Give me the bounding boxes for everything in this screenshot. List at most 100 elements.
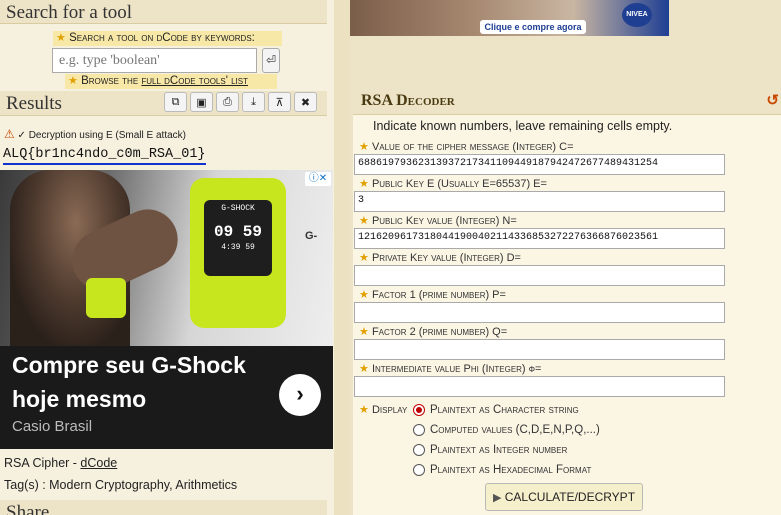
- play-icon: ▶: [492, 492, 502, 504]
- ad-advertiser: Casio Brasil: [12, 418, 93, 435]
- star-icon: ★: [359, 404, 369, 416]
- browse-tools: ★ Browse the full dCode tools' list: [65, 74, 277, 89]
- search-submit-button[interactable]: ⏎: [262, 48, 280, 73]
- decoder-header: RSA Decoder ↺: [353, 89, 781, 115]
- star-icon: ★: [359, 289, 369, 301]
- browse-prefix: Browse the: [81, 75, 142, 87]
- ad-watch-brand: G-SHOCK: [221, 204, 255, 213]
- public-key-e-input[interactable]: 3: [354, 191, 725, 212]
- ad-watch-seconds: 4:39 59: [221, 243, 255, 252]
- option-label: Plaintext as Integer number: [430, 444, 568, 456]
- option-character-string[interactable]: Plaintext as Character string: [413, 402, 579, 418]
- star-icon: ★: [359, 141, 369, 153]
- decoder-title: RSA Decoder: [361, 92, 455, 109]
- pin-icon: ⊼: [275, 96, 284, 109]
- copy-button[interactable]: ⧉: [164, 92, 187, 112]
- rsa-decoder-panel: RSA Decoder ↺ Indicate known numbers, le…: [353, 89, 781, 515]
- save-icon: ▣: [196, 96, 207, 109]
- results-toolbar: ⧉ ▣ ⎙ ⤓ ⊼ ✖: [164, 92, 317, 113]
- radio[interactable]: [413, 464, 425, 476]
- public-key-e-label: ★ Public Key E (Usually E=65537) E=: [359, 177, 547, 190]
- enter-icon: ⏎: [265, 53, 277, 67]
- left-panel: Search for a tool ★ Search a tool on dCo…: [0, 0, 334, 515]
- factor-p-label-text: Factor 1 (prime number) P=: [371, 289, 506, 301]
- share-header: Share: [0, 500, 327, 515]
- factor-q-input[interactable]: [354, 339, 725, 360]
- star-icon: ★: [56, 32, 66, 44]
- result-note: ⚠ ✓ Decryption using E (Small E attack): [0, 124, 327, 144]
- public-key-n-label: ★ Public Key value (Integer) N=: [359, 214, 517, 227]
- close-button[interactable]: ✖: [294, 92, 317, 112]
- radio[interactable]: [413, 424, 425, 436]
- star-icon: ★: [68, 75, 78, 87]
- radio[interactable]: [413, 444, 425, 456]
- search-title: Search for a tool: [6, 2, 133, 23]
- banner-logo: NIVEA: [622, 3, 652, 27]
- banner-ad[interactable]: Clique e compre agora NIVEA: [350, 0, 669, 36]
- keywords-label: ★ Search a tool on dCode by keywords:: [53, 31, 282, 46]
- pin-button[interactable]: ⊼: [268, 92, 291, 112]
- column-divider: [334, 0, 350, 515]
- calculate-decrypt-button[interactable]: ▶ CALCULATE/DECRYPT: [485, 483, 643, 511]
- print-button[interactable]: ⎙: [216, 92, 239, 112]
- display-label: ★ Display: [359, 403, 407, 416]
- warning-icon: ⚠: [4, 127, 15, 141]
- close-icon: ✖: [300, 96, 311, 109]
- print-icon: ⎙: [223, 95, 232, 108]
- result-note-text: ✓ Decryption using E (Small E attack): [17, 130, 186, 141]
- ad-watch: G-SHOCK 09 59 4:39 59: [190, 178, 286, 328]
- cipher-value-label: ★ Value of the cipher message (Integer) …: [359, 140, 574, 153]
- display-label-text: Display: [371, 404, 408, 416]
- result-value[interactable]: ALQ{br1nc4ndo_c0m_RSA_01}: [3, 147, 206, 165]
- cipher-value-input[interactable]: 6886197936231393721734110944918794247267…: [354, 154, 725, 175]
- ad-watch-time: 09 59: [213, 223, 262, 241]
- advertisement[interactable]: G-SHOCK 09 59 4:39 59 G- ⓘ✕ Compre seu G…: [0, 170, 333, 449]
- ad-watch-face: G-SHOCK 09 59 4:39 59: [204, 200, 272, 276]
- search-input[interactable]: [52, 48, 257, 73]
- calculate-label: CALCULATE/DECRYPT: [504, 490, 636, 504]
- ad-arrow-button[interactable]: ›: [279, 374, 321, 416]
- public-key-n-label-text: Public Key value (Integer) N=: [371, 215, 517, 227]
- keywords-label-text: Search a tool on dCode by keywords:: [69, 32, 255, 44]
- cipher-credit: RSA Cipher - dCode: [4, 456, 117, 470]
- banner-button[interactable]: Clique e compre agora: [480, 20, 586, 34]
- cipher-prefix: RSA Cipher -: [4, 456, 81, 470]
- private-key-d-label: ★ Private Key value (Integer) D=: [359, 251, 521, 264]
- ad-choices-icon[interactable]: ⓘ✕: [305, 172, 331, 186]
- star-icon: ★: [359, 252, 369, 264]
- ad-photo: G-SHOCK 09 59 4:39 59 G- ⓘ✕: [0, 170, 333, 346]
- phi-label: ★ Intermediate value Phi (Integer) φ=: [359, 362, 541, 375]
- phi-input[interactable]: [354, 376, 725, 397]
- radio-selected[interactable]: [413, 404, 425, 416]
- browse-link[interactable]: full dCode tools' list: [141, 75, 248, 87]
- star-icon: ★: [359, 363, 369, 375]
- results-title: Results: [6, 93, 62, 114]
- download-icon: ⤓: [251, 95, 256, 108]
- public-key-n-input[interactable]: 1216209617318044190040211433685327227636…: [354, 228, 725, 249]
- option-label: Plaintext as Hexadecimal Format: [430, 464, 592, 476]
- download-button[interactable]: ⤓: [242, 92, 265, 112]
- chevron-right-icon: ›: [296, 381, 304, 406]
- dcode-link[interactable]: dCode: [80, 456, 117, 470]
- phi-label-text: Intermediate value Phi (Integer) φ=: [371, 363, 542, 375]
- factor-q-label-text: Factor 2 (prime number) Q=: [371, 326, 508, 338]
- option-computed-values[interactable]: Computed values (C,D,E,N,P,Q,...): [413, 422, 600, 438]
- star-icon: ★: [359, 178, 369, 190]
- save-button[interactable]: ▣: [190, 92, 213, 112]
- refresh-icon[interactable]: ↺: [766, 91, 779, 109]
- ad-headline: Compre seu G-Shock hoje mesmo: [12, 352, 246, 412]
- option-integer-number[interactable]: Plaintext as Integer number: [413, 442, 567, 458]
- cipher-value-label-text: Value of the cipher message (Integer) C=: [371, 141, 574, 153]
- private-key-d-input[interactable]: [354, 265, 725, 286]
- ad-side-text: G-: [305, 230, 318, 242]
- search-header: Search for a tool: [0, 0, 327, 24]
- share-title: Share: [6, 502, 50, 515]
- factor-q-label: ★ Factor 2 (prime number) Q=: [359, 325, 507, 338]
- copy-icon: ⧉: [171, 95, 180, 108]
- private-key-d-label-text: Private Key value (Integer) D=: [371, 252, 521, 264]
- star-icon: ★: [359, 326, 369, 338]
- tags-line: Tag(s) : Modern Cryptography, Arithmetic…: [4, 478, 238, 492]
- option-hexadecimal[interactable]: Plaintext as Hexadecimal Format: [413, 462, 591, 478]
- public-key-e-label-text: Public Key E (Usually E=65537) E=: [371, 178, 547, 190]
- factor-p-input[interactable]: [354, 302, 725, 323]
